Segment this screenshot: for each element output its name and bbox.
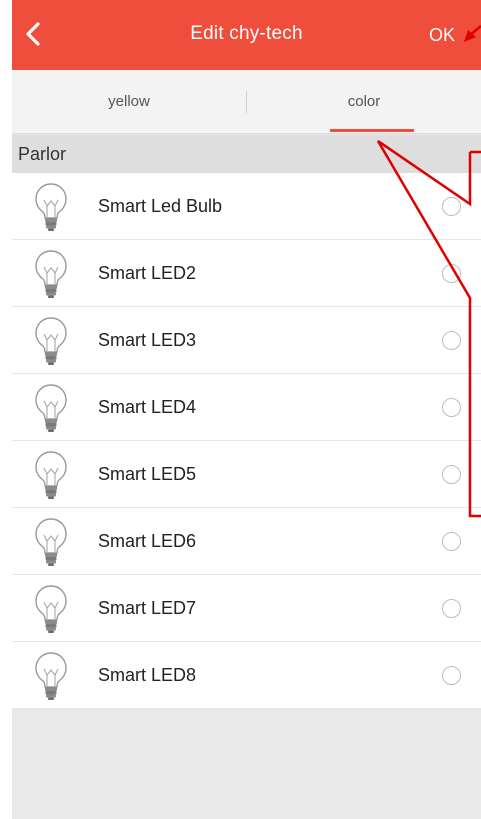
device-row[interactable]: Smart LED4 — [12, 374, 481, 441]
light-bulb-icon — [35, 652, 67, 700]
select-radio[interactable] — [442, 532, 461, 551]
ok-button[interactable]: OK — [429, 25, 455, 46]
select-radio[interactable] — [442, 599, 461, 618]
section-header-parlor: Parlor — [12, 135, 481, 173]
page-title: Edit chy-tech — [190, 23, 303, 44]
light-bulb-icon — [35, 317, 67, 365]
select-radio[interactable] — [442, 398, 461, 417]
device-row[interactable]: Smart LED3 — [12, 307, 481, 374]
select-radio[interactable] — [442, 264, 461, 283]
device-row[interactable]: Smart LED6 — [12, 508, 481, 575]
device-name: Smart LED8 — [98, 665, 197, 685]
select-radio[interactable] — [442, 465, 461, 484]
app-screen: Edit chy-tech OK yellow color Parlor Sma… — [12, 0, 481, 819]
device-name: Smart LED7 — [98, 598, 197, 618]
select-radio[interactable] — [442, 197, 461, 216]
device-list: Smart Led Bulb Smart LED2 Smart LED3 Sma… — [12, 173, 481, 709]
device-name: Smart LED3 — [98, 330, 197, 350]
device-row[interactable]: Smart LED7 — [12, 575, 481, 642]
active-tab-indicator — [330, 129, 414, 132]
select-radio[interactable] — [442, 331, 461, 350]
light-bulb-icon — [35, 451, 67, 499]
device-row[interactable]: Smart LED2 — [12, 240, 481, 307]
device-name: Smart Led Bulb — [98, 196, 223, 216]
device-row[interactable]: Smart Led Bulb — [12, 173, 481, 240]
device-name: Smart LED4 — [98, 397, 197, 417]
light-bulb-icon — [35, 585, 67, 633]
light-bulb-icon — [35, 183, 67, 231]
device-name: Smart LED6 — [98, 531, 197, 551]
tab-bar: yellow color — [12, 70, 481, 134]
device-name: Smart LED5 — [98, 464, 197, 484]
device-row[interactable]: Smart LED8 — [12, 642, 481, 709]
tab-color[interactable]: color — [247, 70, 481, 133]
app-header: Edit chy-tech OK — [12, 0, 481, 70]
light-bulb-icon — [35, 384, 67, 432]
device-row[interactable]: Smart LED5 — [12, 441, 481, 508]
device-name: Smart LED2 — [98, 263, 197, 283]
light-bulb-icon — [35, 250, 67, 298]
light-bulb-icon — [35, 518, 67, 566]
tab-yellow[interactable]: yellow — [12, 70, 246, 133]
select-radio[interactable] — [442, 666, 461, 685]
